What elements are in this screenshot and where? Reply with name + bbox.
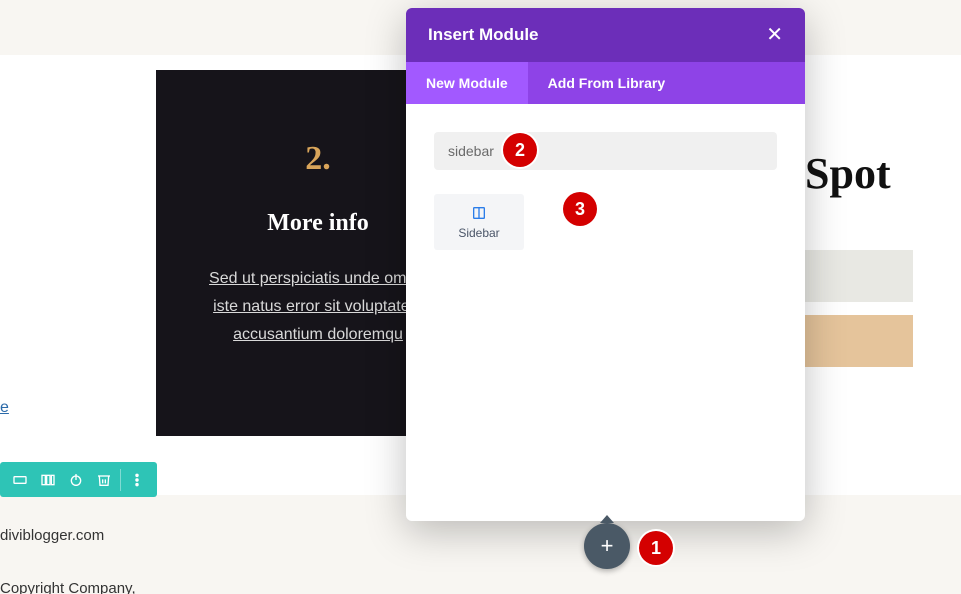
card-title: More info [196, 210, 440, 237]
annotation-2: 2 [503, 133, 537, 167]
annotation-3: 3 [563, 192, 597, 226]
close-icon[interactable]: ✕ [766, 25, 783, 45]
power-icon[interactable] [64, 468, 88, 492]
sidebar-module-icon [471, 205, 487, 224]
modal-header: Insert Module ✕ [406, 8, 805, 62]
tab-new-module[interactable]: New Module [406, 62, 528, 104]
modal-tabs: New Module Add From Library [406, 62, 805, 104]
add-module-button[interactable]: + [584, 523, 630, 569]
annotation-1: 1 [639, 531, 673, 565]
modal-body: Sidebar [406, 104, 805, 278]
sidebar-button-tan[interactable] [805, 315, 913, 367]
row-toolbar [0, 462, 157, 497]
sidebar-field-gray [805, 250, 913, 302]
module-sidebar[interactable]: Sidebar [434, 194, 524, 250]
footer-copyright: Copyright Company, [0, 580, 136, 594]
row-icon[interactable] [8, 468, 32, 492]
card-number: 2. [196, 140, 440, 178]
module-label: Sidebar [458, 226, 499, 240]
truncated-link[interactable]: e [0, 399, 9, 417]
card-body-text: Sed ut perspiciatis unde omnis iste natu… [196, 265, 440, 349]
toolbar-separator [120, 469, 121, 491]
insert-module-modal: Insert Module ✕ New Module Add From Libr… [406, 8, 805, 521]
trash-icon[interactable] [92, 468, 116, 492]
module-results: Sidebar [434, 194, 777, 250]
headline-fragment: Spot [805, 148, 891, 199]
columns-icon[interactable] [36, 468, 60, 492]
more-icon[interactable] [125, 468, 149, 492]
module-search-input[interactable] [434, 132, 777, 170]
tab-add-from-library[interactable]: Add From Library [528, 62, 685, 104]
footer-domain: diviblogger.com [0, 527, 104, 544]
modal-title: Insert Module [428, 25, 539, 45]
